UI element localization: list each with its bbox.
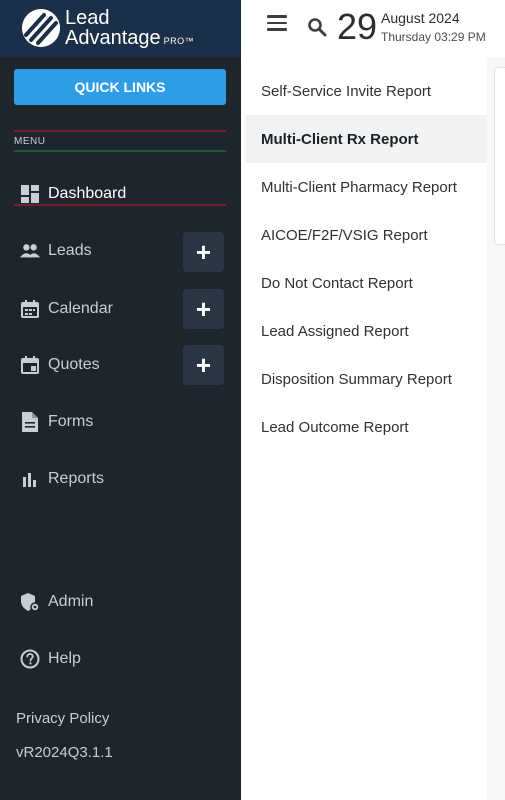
search-icon[interactable] xyxy=(307,17,327,37)
report-lead-outcome[interactable]: Lead Outcome Report xyxy=(245,403,487,451)
dashboard-icon xyxy=(20,184,40,204)
sidebar-item-help[interactable]: Help xyxy=(20,645,81,673)
help-circle-icon xyxy=(20,649,40,669)
admin-shield-icon xyxy=(20,592,40,612)
sidebar-item-label: Leads xyxy=(48,242,92,259)
sidebar-item-leads[interactable]: Leads xyxy=(20,237,92,265)
add-quote-button[interactable]: + xyxy=(183,345,224,385)
sidebar-item-label: Admin xyxy=(48,593,94,610)
sidebar-item-quotes[interactable]: Quotes xyxy=(20,351,100,379)
hamburger-menu-icon[interactable] xyxy=(267,15,287,31)
brand-header[interactable]: Lead Advantage PRO™ xyxy=(0,0,241,57)
sidebar-item-reports[interactable]: Reports xyxy=(20,465,104,493)
sidebar-item-label: Help xyxy=(48,650,81,667)
report-multi-client-pharmacy[interactable]: Multi-Client Pharmacy Report xyxy=(245,163,487,211)
calendar-icon xyxy=(20,299,40,319)
top-bar: 29 August 2024 Thursday 03:29 PM xyxy=(241,0,505,57)
sidebar: Lead Advantage PRO™ QUICK LINKS MENU Dash… xyxy=(0,0,241,800)
privacy-policy-link[interactable]: Privacy Policy xyxy=(16,710,109,727)
sidebar-item-label: Calendar xyxy=(48,300,113,317)
menu-section-label: MENU xyxy=(14,136,46,147)
date-weekday-time: Thursday 03:29 PM xyxy=(381,30,486,44)
sidebar-item-admin[interactable]: Admin xyxy=(20,588,93,616)
report-lead-assigned[interactable]: Lead Assigned Report xyxy=(245,307,487,355)
menu-divider xyxy=(14,150,226,152)
report-aicoe-f2f-vsig[interactable]: AICOE/F2F/VSIG Report xyxy=(245,211,487,259)
bar-chart-icon xyxy=(20,469,40,489)
app-version: vR2024Q3.1.1 xyxy=(16,744,113,761)
report-do-not-contact[interactable]: Do Not Contact Report xyxy=(245,259,487,307)
sidebar-item-label: Dashboard xyxy=(48,185,127,202)
sidebar-item-calendar[interactable]: Calendar xyxy=(20,295,113,323)
menu-divider xyxy=(14,130,226,132)
report-disposition-summary[interactable]: Disposition Summary Report xyxy=(245,355,487,403)
report-self-service-invite[interactable]: Self-Service Invite Report xyxy=(245,67,487,115)
brand-name-line1: Lead xyxy=(65,7,110,29)
reports-menu: Self-Service Invite Report Multi-Client … xyxy=(245,57,487,800)
sidebar-item-label: Quotes xyxy=(48,356,100,373)
add-lead-button[interactable]: + xyxy=(183,232,224,272)
event-icon xyxy=(20,355,40,375)
brand-name: Lead Advantage PRO™ xyxy=(65,8,194,51)
app-root: Lead Advantage PRO™ QUICK LINKS MENU Dash… xyxy=(0,0,505,800)
brand-name-line2: Advantage xyxy=(65,27,161,49)
people-icon xyxy=(20,241,40,261)
document-icon xyxy=(20,412,40,432)
brand-tier: PRO™ xyxy=(163,36,195,46)
sidebar-item-label: Forms xyxy=(48,413,94,430)
date-month-year: August 2024 xyxy=(381,10,460,26)
content-card xyxy=(494,67,505,245)
date-day: 29 xyxy=(337,6,378,47)
report-multi-client-rx[interactable]: Multi-Client Rx Report xyxy=(245,115,487,163)
sidebar-item-label: Reports xyxy=(48,470,105,487)
sidebar-item-forms[interactable]: Forms xyxy=(20,408,93,436)
add-calendar-event-button[interactable]: + xyxy=(183,289,224,329)
logo-icon xyxy=(22,9,60,47)
quick-links-button[interactable]: QUICK LINKS xyxy=(14,69,226,105)
sidebar-item-dashboard[interactable]: Dashboard xyxy=(20,180,126,208)
